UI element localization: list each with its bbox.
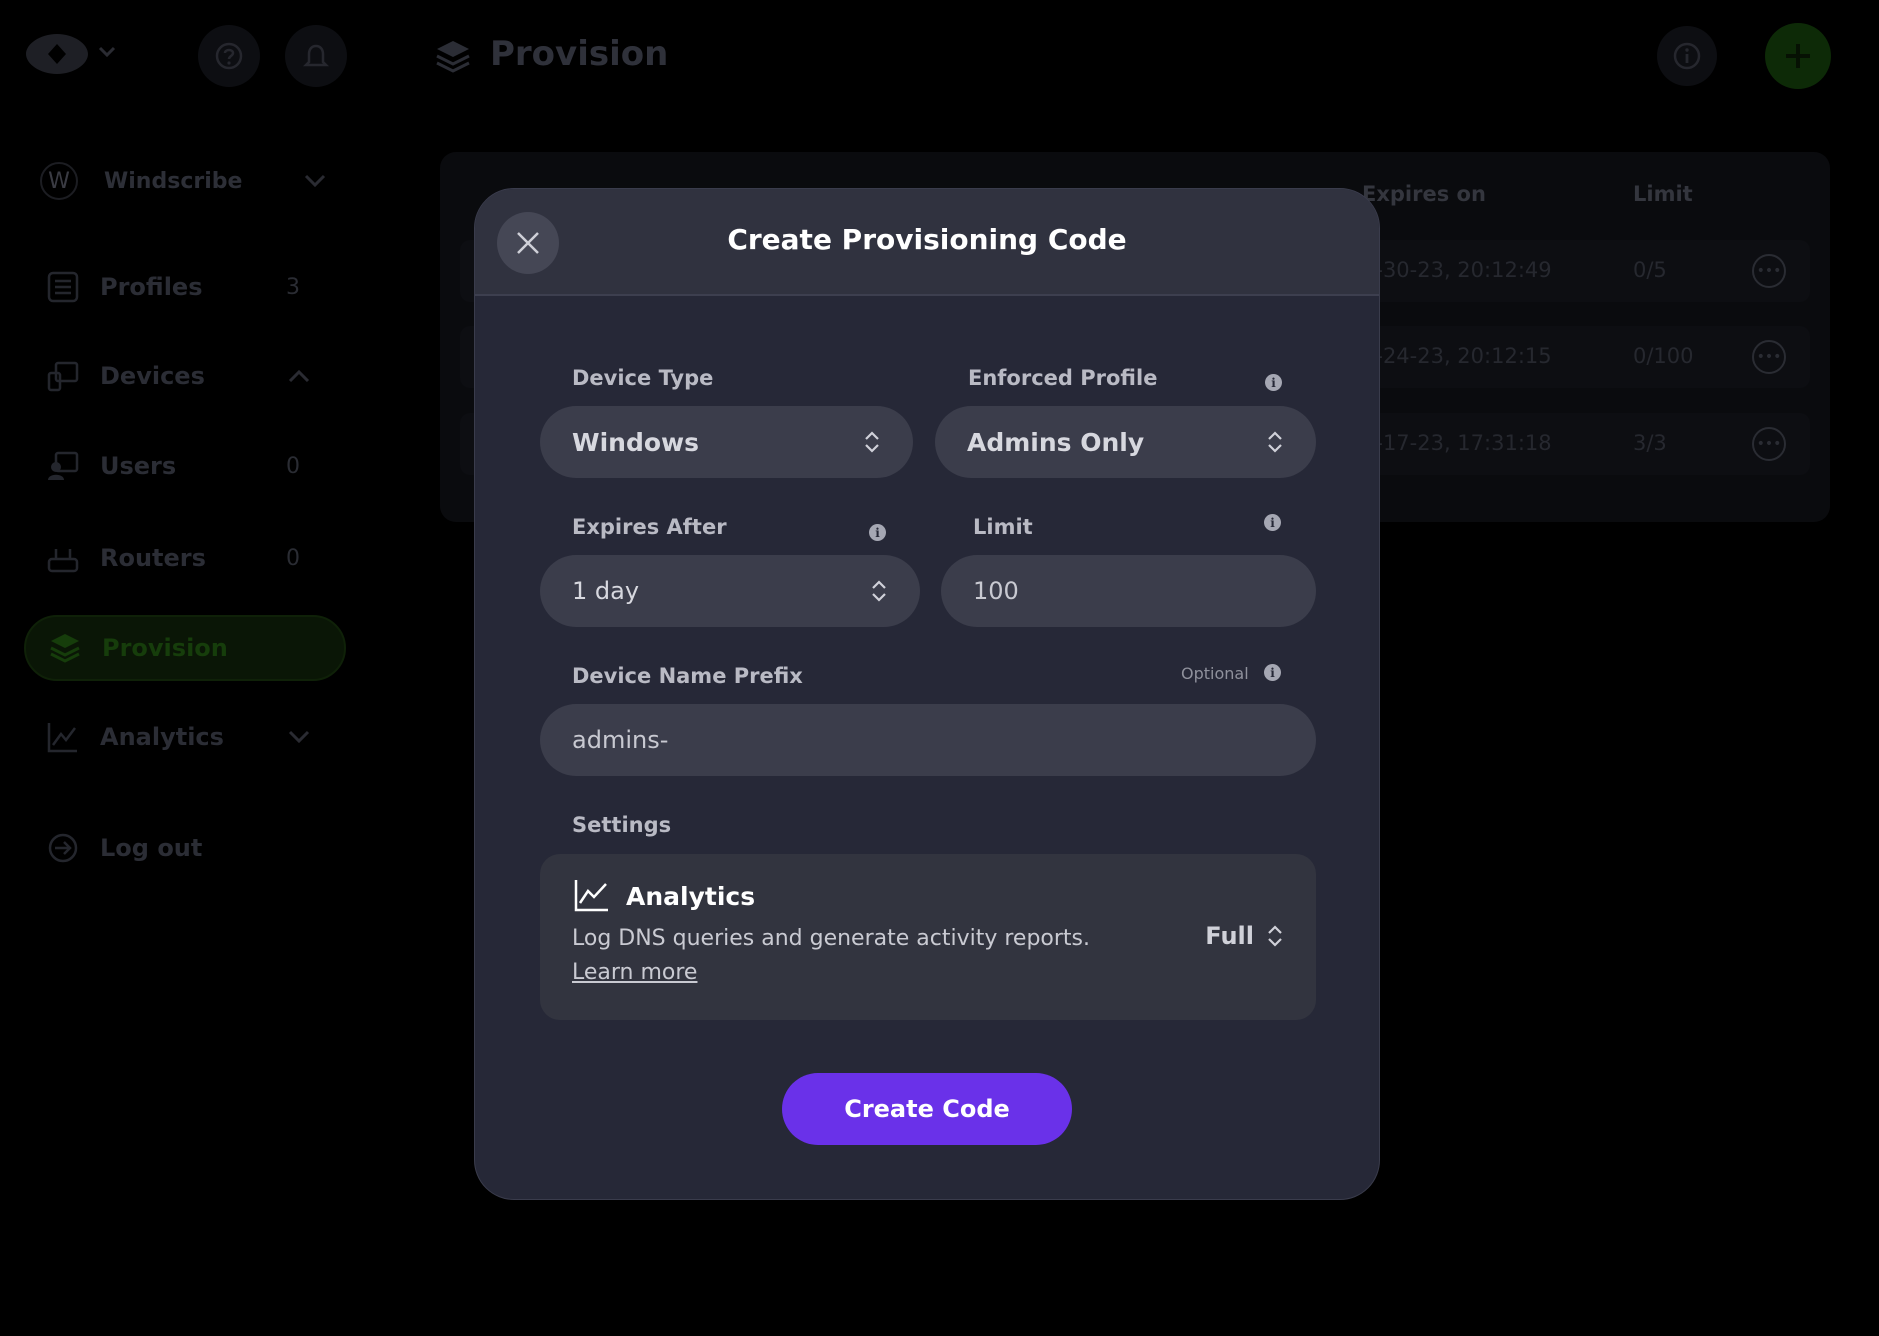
- org-name: Windscribe: [104, 168, 243, 194]
- windscribe-logo-icon[interactable]: [22, 30, 92, 78]
- analytics-icon: [44, 718, 82, 756]
- sidebar-item-users[interactable]: Users 0: [24, 433, 346, 499]
- device-type-select[interactable]: Windows: [540, 406, 913, 478]
- limit-cell: 0/5: [1633, 258, 1667, 282]
- sidebar-item-provision[interactable]: Provision: [24, 615, 346, 681]
- modal-title: Create Provisioning Code: [727, 223, 1127, 256]
- info-icon[interactable]: i: [1264, 514, 1281, 531]
- plus-icon: [1786, 44, 1810, 68]
- provision-icon: [46, 629, 84, 667]
- provision-icon: [436, 41, 470, 73]
- device-type-label: Device Type: [572, 366, 714, 390]
- devices-icon: [44, 357, 82, 395]
- chevron-down-icon[interactable]: [98, 46, 116, 58]
- device-name-prefix-label: Device Name Prefix: [572, 664, 803, 688]
- expires-on-cell: 9-17-23, 17:31:18: [1362, 431, 1552, 455]
- more-options-icon[interactable]: •••: [1752, 254, 1786, 288]
- settings-label: Settings: [572, 813, 672, 837]
- limit-input[interactable]: 100: [941, 555, 1316, 627]
- info-icon[interactable]: i: [1265, 374, 1282, 391]
- page-title: Provision: [490, 34, 669, 74]
- more-options-icon[interactable]: •••: [1752, 427, 1786, 461]
- sort-updown-icon: [872, 580, 886, 602]
- info-button[interactable]: [1657, 26, 1717, 86]
- column-header-limit: Limit: [1633, 182, 1693, 206]
- avatar: W: [40, 162, 78, 200]
- org-switcher[interactable]: W Windscribe: [40, 156, 340, 206]
- info-icon[interactable]: i: [869, 524, 886, 541]
- router-icon: [44, 539, 82, 577]
- enforced-profile-select[interactable]: Admins Only: [935, 406, 1316, 478]
- sidebar-item-analytics[interactable]: Analytics: [24, 704, 346, 770]
- analytics-description: Log DNS queries and generate activity re…: [572, 926, 1091, 951]
- expires-on-cell: 8-24-23, 20:12:15: [1362, 344, 1552, 368]
- sidebar-item-profiles[interactable]: Profiles 3: [24, 254, 346, 320]
- device-name-prefix-input[interactable]: admins-: [540, 704, 1316, 776]
- notifications-button[interactable]: [285, 25, 347, 87]
- enforced-profile-label: Enforced Profile: [968, 366, 1158, 390]
- analytics-title: Analytics: [626, 882, 756, 911]
- sort-updown-icon: [865, 431, 879, 453]
- sort-updown-icon: [1268, 925, 1282, 947]
- expires-on-cell: 8-30-23, 20:12:49: [1362, 258, 1552, 282]
- info-icon: [1673, 42, 1701, 70]
- limit-cell: 3/3: [1633, 431, 1667, 455]
- chevron-up-icon: [288, 369, 310, 383]
- add-button[interactable]: [1765, 23, 1831, 89]
- profiles-icon: [44, 268, 82, 306]
- more-options-icon[interactable]: •••: [1752, 340, 1786, 374]
- top-bar: Provision: [0, 0, 1879, 110]
- users-icon: [44, 447, 82, 485]
- sidebar-item-routers[interactable]: Routers 0: [24, 525, 346, 591]
- optional-label: Optional: [1181, 664, 1249, 683]
- chevron-down-icon: [304, 174, 326, 188]
- learn-more-link[interactable]: Learn more: [572, 960, 697, 985]
- modal-header: Create Provisioning Code: [475, 189, 1379, 296]
- info-icon[interactable]: i: [1264, 664, 1281, 681]
- analytics-level-select[interactable]: Full: [1205, 922, 1284, 950]
- create-code-button[interactable]: Create Code: [782, 1073, 1072, 1145]
- create-provisioning-code-modal: Create Provisioning Code Device Type Win…: [474, 188, 1380, 1200]
- expires-after-label: Expires After: [572, 515, 727, 539]
- expires-after-select[interactable]: 1 day: [540, 555, 920, 627]
- sort-updown-icon: [1268, 431, 1282, 453]
- chevron-down-icon: [288, 730, 310, 744]
- column-header-expires-on: Expires on: [1362, 182, 1486, 206]
- analytics-setting-card: Analytics Log DNS queries and generate a…: [540, 854, 1316, 1020]
- help-button[interactable]: [198, 25, 260, 87]
- bell-icon: [302, 44, 330, 67]
- limit-label: Limit: [973, 515, 1033, 539]
- limit-cell: 0/100: [1633, 344, 1694, 368]
- logout-icon: [44, 829, 82, 867]
- sidebar-item-devices[interactable]: Devices: [24, 343, 346, 409]
- analytics-icon: [574, 880, 608, 912]
- sidebar-item-logout[interactable]: Log out: [24, 815, 346, 881]
- help-icon: [215, 42, 243, 70]
